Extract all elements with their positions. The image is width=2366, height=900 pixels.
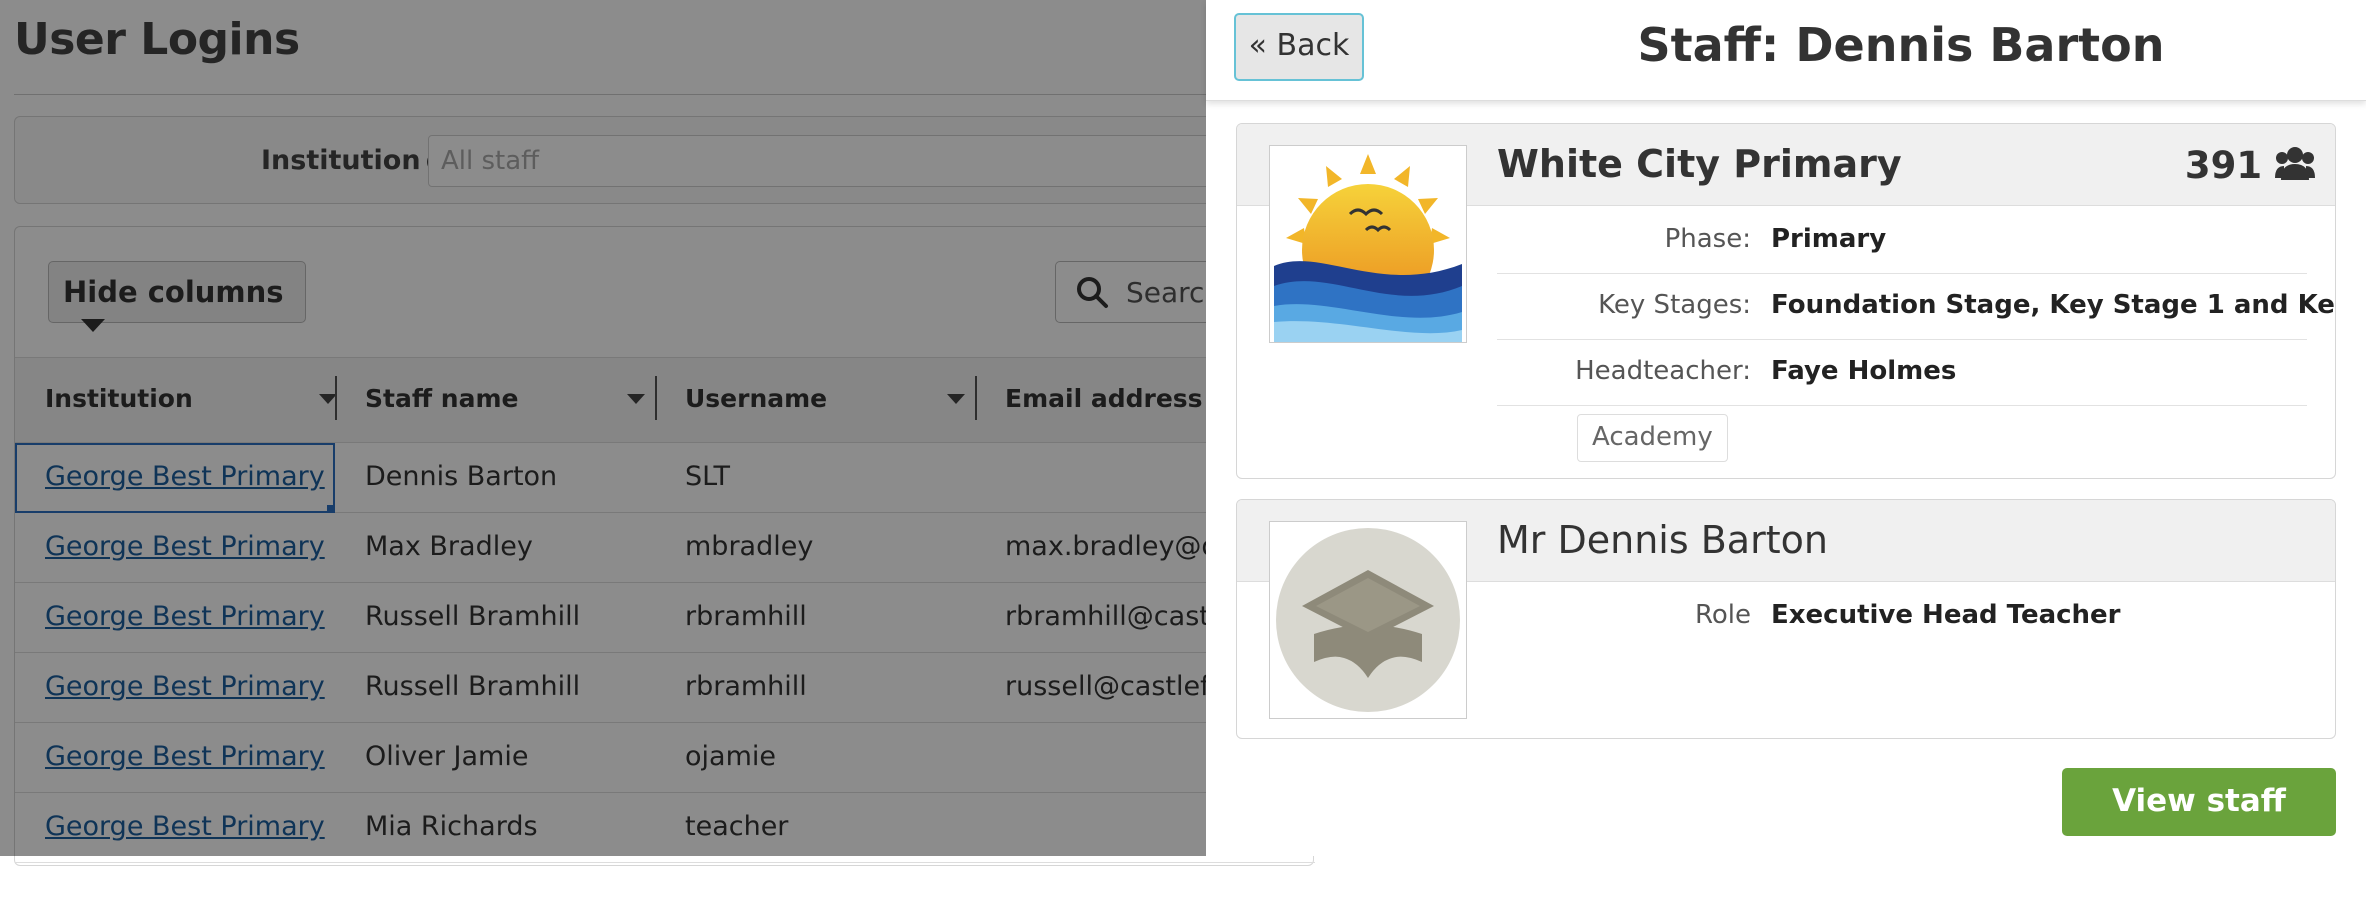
users-icon [2275,147,2315,180]
field-value: Faye Holmes [1771,356,1957,386]
sunrise-waves-logo [1274,154,1462,342]
pupil-count-value: 391 [2184,144,2263,187]
staff-detail-drawer: « Back Staff: Dennis Barton White City P… [1206,0,2366,885]
drawer-header: « Back Staff: Dennis Barton [1206,0,2366,101]
field-value: Primary [1771,224,1887,254]
staff-card: Mr Dennis Barton Role Executive Head Tea… [1236,499,2336,739]
graduation-cap-icon [1276,528,1460,712]
field-label: Key Stages: [1598,290,1751,320]
phase-row: Phase: Primary [1497,208,2307,274]
drawer-title-text: Staff: Dennis Barton [1637,18,2165,72]
view-staff-profile-button[interactable]: View staff profile [2062,768,2336,885]
school-logo [1269,145,1467,343]
school-name: White City Primary [1497,142,1902,186]
field-label: Headteacher: [1575,356,1751,386]
modal-backdrop[interactable] [0,0,1206,856]
school-card: White City Primary 391 Phase: Primary Ke… [1236,123,2336,479]
staff-name: Mr Dennis Barton [1497,518,1828,562]
role-row: Role Executive Head Teacher [1497,584,2307,650]
field-value: Foundation Stage, Key Stage 1 and Key ..… [1771,290,2336,320]
field-label: Role [1694,600,1751,630]
drawer-title: Staff: Dennis Barton [1206,18,2366,72]
field-label: Phase: [1664,224,1751,254]
headteacher-row: Headteacher: Faye Holmes [1497,340,2307,406]
academy-tag: Academy [1577,414,1728,462]
field-value: Executive Head Teacher [1771,600,2121,630]
key-stages-row: Key Stages: Foundation Stage, Key Stage … [1497,274,2335,340]
pupil-count: 391 [2185,144,2315,187]
staff-avatar [1269,521,1467,719]
